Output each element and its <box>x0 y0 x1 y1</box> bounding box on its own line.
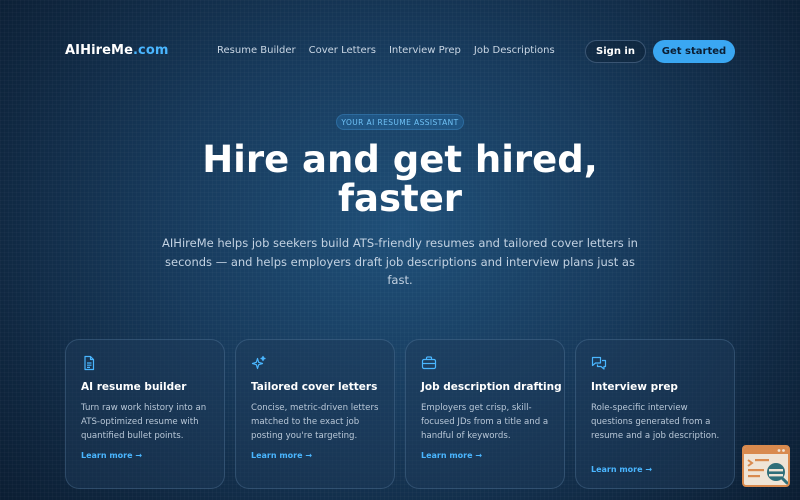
hero-title-line-2: faster <box>337 177 463 220</box>
hero-title-line-1: Hire and get hired, <box>202 138 598 181</box>
nav-link-resume-builder[interactable]: Resume Builder <box>217 45 296 56</box>
hero-subtitle: AIHireMe helps job seekers build ATS-fri… <box>162 236 638 287</box>
nav-link-cover-letters[interactable]: Cover Letters <box>309 45 376 56</box>
logo-suffix-text: .com <box>133 43 169 58</box>
feature-card-resume-builder: AI resume builder Turn raw work history … <box>65 339 225 489</box>
nav-link-interview-prep[interactable]: Interview Prep <box>389 45 461 56</box>
card-description: Turn raw work history into an ATS-optimi… <box>81 403 207 441</box>
top-navigation: AIHireMe.com Resume Builder Cover Letter… <box>0 0 800 104</box>
briefcase-icon <box>421 355 437 371</box>
logo-main-text: AIHireMe <box>65 43 134 58</box>
learn-more-link[interactable]: Learn more → <box>81 451 142 460</box>
document-icon <box>81 355 97 371</box>
feedback-widget-icon[interactable] <box>742 445 790 487</box>
nav-link-job-descriptions[interactable]: Job Descriptions <box>474 45 555 56</box>
get-started-button[interactable]: Get started <box>653 40 735 63</box>
learn-more-link[interactable]: Learn more → <box>591 465 652 474</box>
feature-card-job-description: Job description drafting Employers get c… <box>405 339 565 489</box>
feature-card-cover-letters: Tailored cover letters Concise, metric-d… <box>235 339 395 489</box>
card-description: Employers get crisp, skill-focused JDs f… <box>421 403 549 441</box>
card-description: Concise, metric-driven letters matched t… <box>251 403 379 441</box>
chat-bubbles-icon <box>591 355 607 371</box>
sign-in-button[interactable]: Sign in <box>585 40 646 63</box>
learn-more-link[interactable]: Learn more → <box>251 451 312 460</box>
learn-more-link[interactable]: Learn more → <box>421 451 482 460</box>
card-description: Role-specific interview questions genera… <box>591 403 720 441</box>
hero-title: Hire and get hired, faster <box>100 140 700 218</box>
hero-badge: YOUR AI RESUME ASSISTANT <box>336 114 464 130</box>
site-logo[interactable]: AIHireMe.com <box>65 43 169 58</box>
card-title: Interview prep <box>591 381 678 393</box>
card-title: Tailored cover letters <box>251 381 378 393</box>
card-title: AI resume builder <box>81 381 187 393</box>
card-title: Job description drafting <box>421 381 562 393</box>
feature-card-interview-prep: Interview prep Role-specific interview q… <box>575 339 735 489</box>
nav-links: Resume Builder Cover Letters Interview P… <box>217 45 555 56</box>
sparkle-icon <box>251 355 267 371</box>
